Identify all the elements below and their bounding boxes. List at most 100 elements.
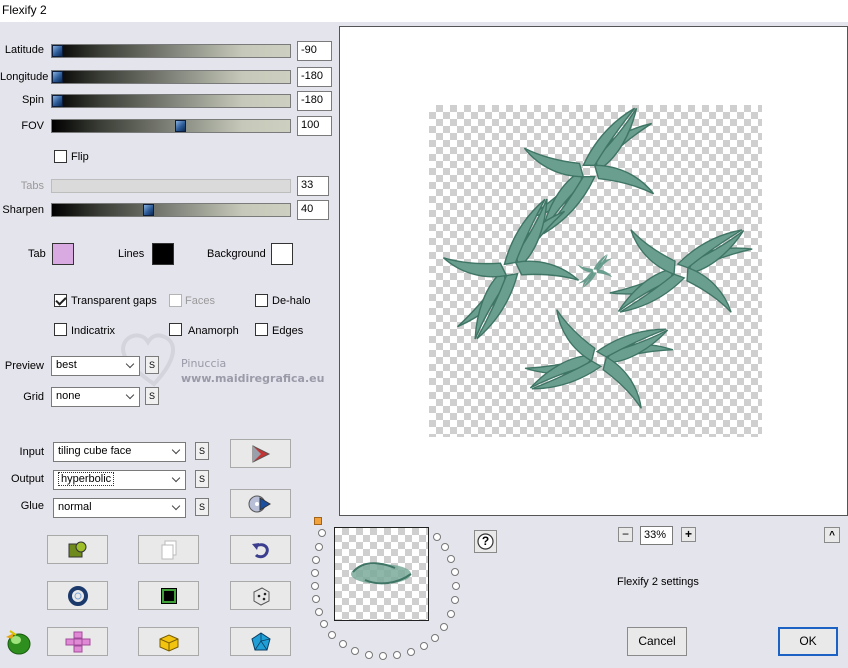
glue-save-button[interactable]: S: [195, 498, 209, 516]
orbit-dot[interactable]: [311, 569, 319, 577]
copy-button[interactable]: [138, 535, 199, 564]
latitude-slider-thumb[interactable]: [52, 45, 63, 57]
orbit-dot[interactable]: [379, 652, 387, 660]
indicatrix-checkbox[interactable]: [54, 323, 67, 336]
orbit-dot[interactable]: [320, 620, 328, 628]
grid-select-label: Grid: [23, 391, 44, 403]
background-color-swatch[interactable]: [271, 243, 293, 265]
swirl-right: [602, 193, 760, 349]
orbit-dot[interactable]: [351, 647, 359, 655]
preview-save-button[interactable]: S: [145, 356, 159, 374]
ok-button[interactable]: OK: [778, 627, 838, 656]
help-button[interactable]: ?: [474, 530, 497, 553]
input-save-button[interactable]: S: [195, 442, 209, 460]
longitude-slider-thumb[interactable]: [52, 71, 63, 83]
orbit-dot[interactable]: [393, 651, 401, 659]
orbit-dot[interactable]: [433, 533, 441, 541]
orbit-dot[interactable]: [451, 568, 459, 576]
input-select-value: tiling cube face: [58, 445, 132, 457]
zoom-out-button[interactable]: −: [618, 527, 633, 542]
orbit-dot[interactable]: [440, 623, 448, 631]
orbit-dot[interactable]: [328, 631, 336, 639]
dice-button[interactable]: [230, 581, 291, 610]
tiles-button[interactable]: [47, 627, 108, 656]
frame-button[interactable]: [138, 581, 199, 610]
thumbnail-swirl-icon: [351, 562, 412, 585]
navigator-thumbnail[interactable]: [334, 527, 429, 621]
zoom-in-button[interactable]: +: [681, 527, 696, 542]
orbit-dot[interactable]: [447, 610, 455, 618]
glue-select-label: Glue: [20, 500, 44, 512]
input-select-label: Input: [19, 446, 44, 458]
longitude-field[interactable]: -180: [297, 67, 332, 87]
collapse-button[interactable]: ^: [824, 527, 840, 543]
input-select[interactable]: tiling cube face: [53, 442, 186, 462]
fov-slider[interactable]: [51, 119, 291, 133]
longitude-slider[interactable]: [51, 70, 291, 84]
orbit-dot[interactable]: [447, 555, 455, 563]
glue-select[interactable]: normal: [53, 498, 186, 518]
orbit-dot[interactable]: [318, 529, 326, 537]
orbit-dot[interactable]: [312, 556, 320, 564]
preview-image: [429, 105, 762, 442]
latitude-field[interactable]: -90: [297, 41, 332, 61]
orbit-start-marker[interactable]: [314, 517, 322, 525]
latitude-label: Latitude: [4, 44, 44, 56]
orbit-dot[interactable]: [339, 640, 347, 648]
orbit-dot[interactable]: [441, 543, 449, 551]
fov-field[interactable]: 100: [297, 116, 332, 136]
edges-label: Edges: [272, 325, 304, 337]
lines-color-swatch[interactable]: [152, 243, 174, 265]
chevron-down-icon: [126, 360, 136, 370]
yellow-cube-icon: [159, 633, 178, 652]
tab-color-label: Tab: [28, 248, 46, 260]
spin-field[interactable]: -180: [297, 91, 332, 111]
tabs-slider: [51, 179, 291, 193]
orbit-dot[interactable]: [420, 642, 428, 650]
play-back-button[interactable]: [230, 489, 291, 518]
orbit-dot[interactable]: [451, 596, 459, 604]
ring-button[interactable]: [47, 581, 108, 610]
output-save-button[interactable]: S: [195, 470, 209, 488]
flip-checkbox[interactable]: [54, 150, 67, 163]
preview-canvas[interactable]: [339, 26, 848, 516]
tab-color-swatch[interactable]: [52, 243, 74, 265]
tabs-field[interactable]: 33: [297, 176, 329, 196]
swirl-center: [577, 254, 613, 288]
glue-select-value: normal: [58, 501, 92, 513]
orbit-dot[interactable]: [407, 648, 415, 656]
fov-slider-thumb[interactable]: [174, 120, 186, 132]
orbit-dot[interactable]: [452, 582, 460, 590]
output-select-label: Output: [10, 473, 44, 485]
undo-button[interactable]: [230, 535, 291, 564]
sharpen-label: Sharpen: [2, 204, 44, 216]
orbit-dot[interactable]: [431, 634, 439, 642]
latitude-slider[interactable]: [51, 44, 291, 58]
play-cd-icon: [248, 495, 271, 512]
zoom-value[interactable]: 33%: [640, 526, 673, 545]
output-select[interactable]: hyperbolic: [53, 470, 186, 490]
orbit-dot[interactable]: [315, 608, 323, 616]
cube-button[interactable]: [138, 627, 199, 656]
edges-checkbox[interactable]: [255, 323, 268, 336]
orbit-dot[interactable]: [312, 595, 320, 603]
grid-save-button[interactable]: S: [145, 387, 159, 405]
orbit-dot[interactable]: [311, 582, 319, 590]
orbit-dot[interactable]: [315, 543, 323, 551]
sharpen-slider[interactable]: [51, 203, 291, 217]
de-halo-checkbox[interactable]: [255, 294, 268, 307]
grid-select[interactable]: none: [51, 387, 140, 407]
cancel-button[interactable]: Cancel: [627, 627, 687, 656]
chevron-down-icon: [172, 502, 182, 512]
play-forward-button[interactable]: [230, 439, 291, 468]
spin-slider[interactable]: [51, 94, 291, 108]
polyhedron-button[interactable]: [230, 627, 291, 656]
orbit-dot[interactable]: [365, 651, 373, 659]
preview-select[interactable]: best: [51, 356, 140, 376]
randomize-button[interactable]: [47, 535, 108, 564]
transparent-gaps-checkbox[interactable]: [54, 294, 67, 307]
sharpen-field[interactable]: 40: [297, 200, 329, 220]
spin-slider-thumb[interactable]: [52, 95, 63, 107]
tabs-label: Tabs: [20, 180, 44, 192]
sharpen-slider-thumb[interactable]: [142, 204, 154, 216]
